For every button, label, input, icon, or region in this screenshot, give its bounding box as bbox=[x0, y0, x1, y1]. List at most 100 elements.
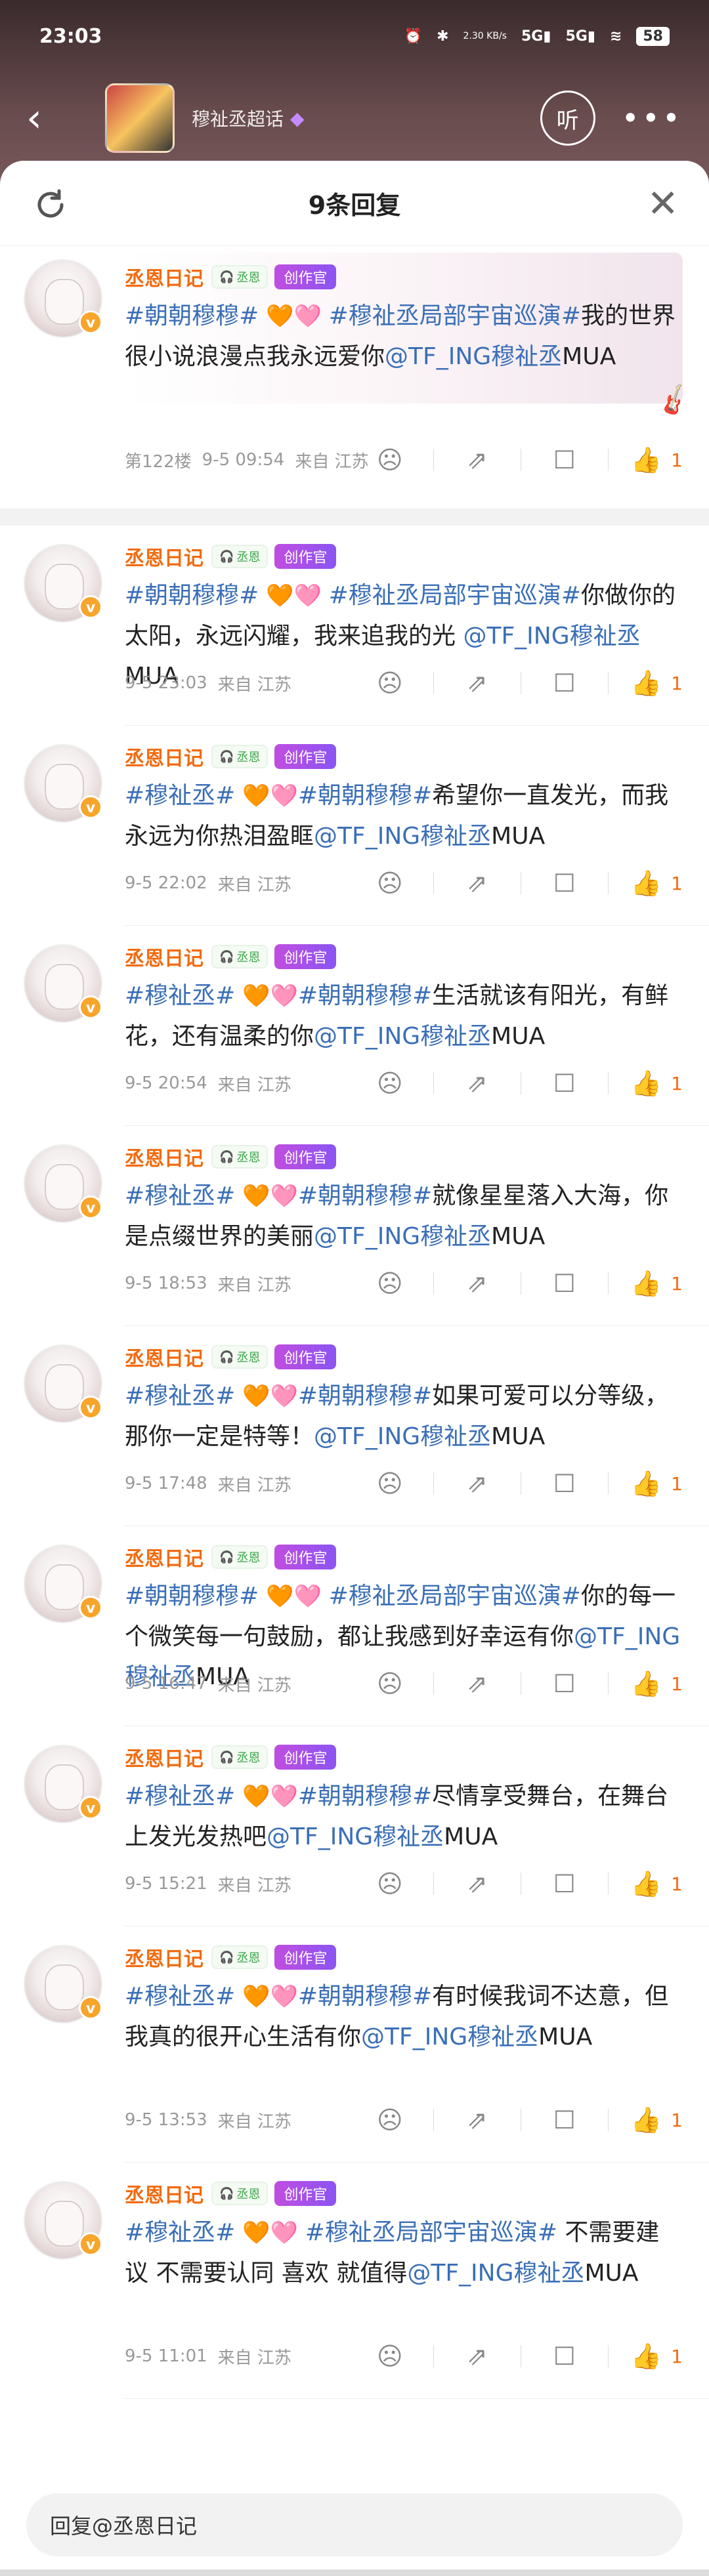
share-icon[interactable]: ⇗ bbox=[456, 1664, 498, 1703]
username[interactable]: 丞恩日记 bbox=[125, 1543, 204, 1571]
avatar[interactable]: v bbox=[24, 1945, 102, 2024]
username[interactable]: 丞恩日记 bbox=[125, 1943, 204, 1972]
hashtag[interactable]: #穆祉丞# bbox=[125, 782, 235, 809]
mention-link[interactable]: @TF_ING穆祉丞 bbox=[314, 1223, 491, 1250]
like-icon[interactable]: 👍 bbox=[631, 1269, 662, 1298]
hashtag[interactable]: #穆祉丞# bbox=[125, 1182, 235, 1209]
share-icon[interactable]: ⇗ bbox=[456, 1064, 498, 1103]
hashtag[interactable]: #穆祉丞局部宇宙巡演# bbox=[329, 1583, 581, 1610]
mention-link[interactable]: @TF_ING穆祉丞 bbox=[267, 1823, 444, 1850]
avatar[interactable]: v bbox=[24, 1545, 102, 1623]
hashtag[interactable]: #穆祉丞局部宇宙巡演# bbox=[305, 2219, 557, 2246]
comment-icon[interactable]: ☐ bbox=[544, 1664, 586, 1703]
dislike-icon[interactable]: ☹ bbox=[369, 1664, 411, 1703]
like-icon[interactable]: 👍 bbox=[631, 2106, 662, 2135]
avatar[interactable]: v bbox=[24, 1344, 102, 1423]
username[interactable]: 丞恩日记 bbox=[125, 1743, 204, 1772]
avatar[interactable]: v bbox=[24, 544, 102, 623]
topic-name[interactable]: 穆祉丞超话 bbox=[192, 105, 284, 131]
hashtag[interactable]: #朝朝穆穆# bbox=[298, 1983, 432, 2010]
hashtag[interactable]: #朝朝穆穆# bbox=[125, 302, 259, 329]
name-row: 丞恩日记 🎧 丞恩 创作官 bbox=[125, 260, 683, 293]
username[interactable]: 丞恩日记 bbox=[125, 1142, 204, 1171]
hashtag[interactable]: #朝朝穆穆# bbox=[298, 1182, 432, 1209]
comment-icon[interactable]: ☐ bbox=[544, 2337, 586, 2376]
avatar[interactable]: v bbox=[24, 1144, 102, 1223]
share-icon[interactable]: ⇗ bbox=[456, 863, 498, 903]
hashtag[interactable]: #朝朝穆穆# bbox=[298, 782, 432, 809]
avatar[interactable]: v bbox=[24, 744, 102, 823]
hashtag[interactable]: #朝朝穆穆# bbox=[298, 982, 432, 1009]
comment-icon[interactable]: ☐ bbox=[544, 2100, 586, 2140]
share-icon[interactable]: ⇗ bbox=[456, 1264, 498, 1303]
comment-icon[interactable]: ☐ bbox=[544, 863, 586, 903]
more-icon[interactable]: ••• bbox=[622, 100, 683, 136]
comment-icon[interactable]: ☐ bbox=[544, 1864, 586, 1903]
like-icon[interactable]: 👍 bbox=[631, 1069, 662, 1098]
comment-icon[interactable]: ☐ bbox=[544, 1464, 586, 1503]
share-icon[interactable]: ⇗ bbox=[456, 2100, 498, 2140]
comment-icon[interactable]: ☐ bbox=[544, 1064, 586, 1103]
close-icon[interactable]: ✕ bbox=[647, 184, 679, 222]
username[interactable]: 丞恩日记 bbox=[125, 2179, 204, 2208]
hearts-emoji: 🧡🩷 bbox=[259, 1583, 329, 1610]
dislike-icon[interactable]: ☹ bbox=[369, 2337, 411, 2376]
share-icon[interactable]: ⇗ bbox=[456, 2337, 498, 2376]
hashtag[interactable]: #穆祉丞# bbox=[125, 1983, 235, 2010]
dislike-icon[interactable]: ☹ bbox=[369, 1064, 411, 1103]
username[interactable]: 丞恩日记 bbox=[125, 1342, 204, 1371]
like-icon[interactable]: 👍 bbox=[631, 2342, 662, 2371]
like-icon[interactable]: 👍 bbox=[631, 669, 662, 698]
avatar[interactable]: v bbox=[24, 259, 102, 338]
refresh-icon[interactable] bbox=[33, 187, 68, 222]
hashtag[interactable]: #穆祉丞# bbox=[125, 982, 235, 1009]
username[interactable]: 丞恩日记 bbox=[125, 942, 204, 971]
share-icon[interactable]: ⇗ bbox=[456, 440, 498, 480]
dislike-icon[interactable]: ☹ bbox=[369, 1264, 411, 1303]
hashtag[interactable]: #朝朝穆穆# bbox=[298, 1783, 432, 1810]
dislike-icon[interactable]: ☹ bbox=[369, 1864, 411, 1903]
like-icon[interactable]: 👍 bbox=[631, 1669, 662, 1699]
comment-icon[interactable]: ☐ bbox=[544, 663, 586, 703]
avatar[interactable]: v bbox=[24, 944, 102, 1023]
dislike-icon[interactable]: ☹ bbox=[369, 440, 411, 480]
mention-link[interactable]: @TF_ING穆祉丞 bbox=[314, 1023, 491, 1050]
hashtag[interactable]: #朝朝穆穆# bbox=[125, 582, 259, 609]
share-icon[interactable]: ⇗ bbox=[456, 663, 498, 703]
dislike-icon[interactable]: ☹ bbox=[369, 663, 411, 703]
listen-button[interactable]: 听 bbox=[540, 91, 595, 146]
like-count: 1 bbox=[671, 449, 683, 471]
dislike-icon[interactable]: ☹ bbox=[369, 863, 411, 903]
comment-icon[interactable]: ☐ bbox=[544, 440, 586, 480]
like-icon[interactable]: 👍 bbox=[631, 446, 662, 475]
hashtag[interactable]: #穆祉丞# bbox=[125, 1382, 235, 1409]
share-icon[interactable]: ⇗ bbox=[456, 1464, 498, 1503]
share-icon[interactable]: ⇗ bbox=[456, 1864, 498, 1903]
back-icon[interactable]: ‹ bbox=[26, 95, 72, 141]
hashtag[interactable]: #穆祉丞局部宇宙巡演# bbox=[329, 582, 581, 609]
mention-link[interactable]: @TF_ING穆祉丞 bbox=[314, 823, 491, 850]
mention-link[interactable]: @TF_ING穆祉丞 bbox=[407, 2260, 584, 2287]
mention-link[interactable]: @TF_ING穆祉丞 bbox=[361, 2024, 538, 2050]
username[interactable]: 丞恩日记 bbox=[125, 262, 204, 291]
mention-link[interactable]: @TF_ING穆祉丞 bbox=[463, 623, 640, 650]
mention-link[interactable]: @TF_ING穆祉丞 bbox=[314, 1423, 491, 1450]
hashtag[interactable]: #穆祉丞# bbox=[125, 2219, 235, 2246]
reply-input[interactable]: 回复@丞恩日记 bbox=[26, 2493, 683, 2556]
username[interactable]: 丞恩日记 bbox=[125, 742, 204, 771]
hashtag[interactable]: #穆祉丞局部宇宙巡演# bbox=[329, 302, 581, 329]
like-icon[interactable]: 👍 bbox=[631, 1869, 662, 1899]
hashtag[interactable]: #穆祉丞# bbox=[125, 1783, 235, 1810]
comment-icon[interactable]: ☐ bbox=[544, 1264, 586, 1303]
hashtag[interactable]: #朝朝穆穆# bbox=[125, 1583, 259, 1610]
avatar[interactable]: v bbox=[24, 1745, 102, 1823]
dislike-icon[interactable]: ☹ bbox=[369, 2100, 411, 2140]
mention-link[interactable]: @TF_ING穆祉丞 bbox=[385, 343, 562, 370]
dislike-icon[interactable]: ☹ bbox=[369, 1464, 411, 1503]
like-icon[interactable]: 👍 bbox=[631, 869, 662, 898]
hashtag[interactable]: #朝朝穆穆# bbox=[298, 1382, 432, 1409]
username[interactable]: 丞恩日记 bbox=[125, 542, 204, 571]
like-icon[interactable]: 👍 bbox=[631, 1469, 662, 1499]
topic-thumbnail[interactable] bbox=[105, 83, 175, 153]
avatar[interactable]: v bbox=[24, 2181, 102, 2260]
